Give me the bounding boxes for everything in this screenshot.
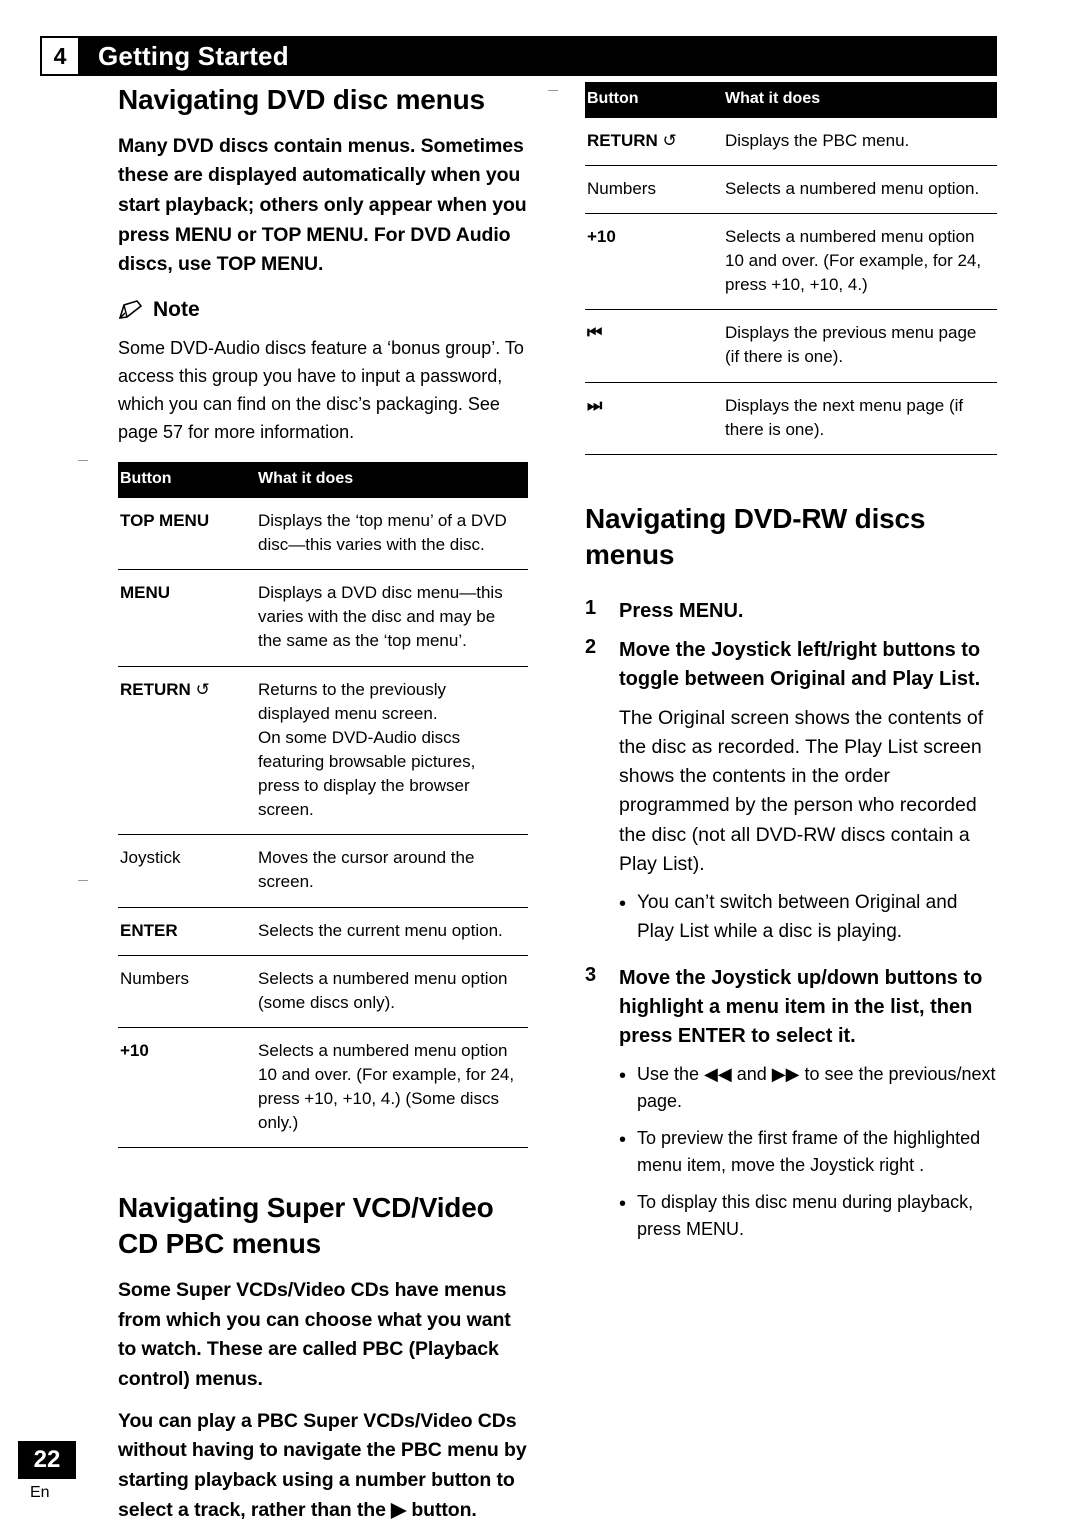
button-label: RETURN — [120, 679, 191, 699]
table-header-what: What it does — [713, 82, 997, 118]
table-row: Numbers Selects a numbered menu option. — [585, 165, 997, 214]
pbc-button-table: Button What it does RETURN ↺ Displays th… — [585, 82, 997, 455]
next-icon: ⏭ — [587, 395, 603, 416]
intro-paragraph: Many DVD discs contain menus. Sometimes … — [118, 134, 527, 276]
table-row: MENU Displays a DVD disc menu—this varie… — [118, 569, 528, 667]
button-description: Selects a numbered menu option (some dis… — [246, 955, 528, 1028]
prev-icon: ⏮ — [587, 323, 603, 344]
step-number: 3 — [585, 964, 597, 986]
step-text: Move the Joystick up/down buttons to hig… — [619, 967, 983, 1047]
page-language: En — [30, 1484, 50, 1501]
table-row: +10 Selects a numbered menu option 10 an… — [118, 1027, 528, 1149]
button-description: Selects a numbered menu option. — [713, 165, 997, 214]
step-2-paragraph: The Original screen shows the contents o… — [619, 706, 984, 875]
button-label: Joystick — [120, 848, 181, 868]
button-description: Selects a numbered menu option 10 and ov… — [246, 1027, 528, 1149]
edge-tick — [548, 90, 558, 91]
super-vcd-paragraph-2: You can play a PBC Super VCDs/Video CDs … — [118, 1409, 527, 1521]
note-label: Note — [153, 297, 200, 321]
step-1: 1 Press MENU. — [585, 597, 997, 626]
step-text: Move the Joystick left/right buttons to … — [619, 638, 981, 690]
step-3-bullet-2: • To preview the first frame of the high… — [619, 1125, 997, 1179]
table-row: ⏮ Displays the previous menu page (if th… — [585, 309, 997, 383]
button-description: Displays the ‘top menu’ of a DVD disc—th… — [246, 497, 528, 571]
step-number: 1 — [585, 596, 597, 619]
step-3-bullet-3: • To display this disc menu during playb… — [619, 1189, 997, 1243]
table-row: ENTER Selects the current menu option. — [118, 907, 528, 956]
button-label: +10 — [587, 226, 616, 246]
table-row: Joystick Moves the cursor around the scr… — [118, 834, 528, 908]
section-heading-navigating-super-vcd: Navigating Super VCD/Video CD PBC menus — [118, 1192, 494, 1260]
table-header-button: Button — [585, 82, 713, 118]
table-row: ⏭ Displays the next menu page (if there … — [585, 382, 997, 455]
table-row: Numbers Selects a numbered menu option (… — [118, 955, 528, 1028]
button-description: Moves the cursor around the screen. — [246, 834, 528, 908]
table-row: +10 Selects a numbered menu option 10 an… — [585, 213, 997, 311]
bullet-dot: • — [619, 893, 627, 915]
button-description: Selects a numbered menu option 10 and ov… — [713, 213, 997, 311]
table-row: RETURN ↺ Returns to the previously displ… — [118, 666, 528, 836]
edge-tick — [78, 460, 88, 461]
return-symbol-icon: ↺ — [195, 679, 210, 700]
bullet-text: To display this disc menu during playbac… — [637, 1192, 974, 1239]
bullet-dot: • — [619, 1193, 627, 1215]
button-label: +10 — [120, 1040, 149, 1060]
button-description: Displays the next menu page (if there is… — [713, 382, 997, 455]
chapter-number: 4 — [42, 38, 78, 74]
note-text: Some DVD-Audio discs feature a ‘bonus gr… — [118, 337, 524, 443]
step-3: 3 Move the Joystick up/down buttons to h… — [585, 964, 997, 1051]
step-3-bullet-1: • Use the ◀◀ and ▶▶ to see the previous/… — [619, 1061, 997, 1115]
step-2-body: The Original screen shows the contents o… — [619, 704, 997, 880]
note-header: Note — [118, 298, 528, 322]
step-number: 2 — [585, 635, 597, 658]
button-label: Numbers — [587, 178, 656, 198]
left-column: Navigating DVD disc menus Many DVD discs… — [118, 82, 528, 1537]
table-header-what: What it does — [246, 462, 528, 498]
return-symbol-icon: ↺ — [662, 130, 677, 151]
button-description: Selects the current menu option. — [246, 907, 528, 956]
table-header-row: Button What it does — [585, 82, 997, 118]
button-description: Displays the previous menu page (if ther… — [713, 309, 997, 383]
table-header-row: Button What it does — [118, 462, 528, 498]
bullet-text: To preview the first frame of the highli… — [637, 1128, 981, 1175]
step-2-bullet: • You can’t switch between Original and … — [619, 889, 997, 946]
chapter-title: Getting Started — [98, 40, 289, 71]
button-description: Displays a DVD disc menu—this varies wit… — [246, 569, 528, 667]
bullet-text: You can’t switch between Original and Pl… — [637, 892, 958, 942]
table-row: TOP MENU Displays the ‘top menu’ of a DV… — [118, 497, 528, 571]
pencil-icon — [118, 299, 144, 321]
button-label: RETURN — [587, 130, 658, 150]
button-label: ENTER — [120, 920, 178, 940]
section-heading-navigating-dvd-rw: Navigating DVD-RW discs menus — [585, 502, 926, 570]
bullet-dot: • — [619, 1065, 627, 1087]
button-label: TOP MENU — [120, 510, 210, 530]
edge-tick — [78, 880, 88, 881]
super-vcd-paragraph-1: Some Super VCDs/Video CDs have menus fro… — [118, 1279, 511, 1391]
table-row: RETURN ↺ Displays the PBC menu. — [585, 117, 997, 166]
step-text: Press MENU. — [619, 599, 744, 622]
dvd-button-table: Button What it does TOP MENU Displays th… — [118, 462, 528, 1149]
button-description: Returns to the previously displayed menu… — [246, 666, 528, 836]
bullet-text: Use the ◀◀ and ▶▶ to see the previous/ne… — [637, 1064, 996, 1111]
button-description: Displays the PBC menu. — [713, 117, 997, 166]
section-heading-navigating-dvd-disc-menus: Navigating DVD disc menus — [118, 84, 485, 115]
chapter-header-bar: Getting Started — [40, 36, 997, 76]
button-label: MENU — [120, 583, 171, 603]
step-2: 2 Move the Joystick left/right buttons t… — [585, 636, 997, 694]
bullet-dot: • — [619, 1129, 627, 1151]
table-header-button: Button — [118, 462, 246, 498]
button-label: Numbers — [120, 968, 189, 988]
right-column: Button What it does RETURN ↺ Displays th… — [585, 82, 997, 1253]
page-number-badge: 22 — [18, 1441, 76, 1479]
